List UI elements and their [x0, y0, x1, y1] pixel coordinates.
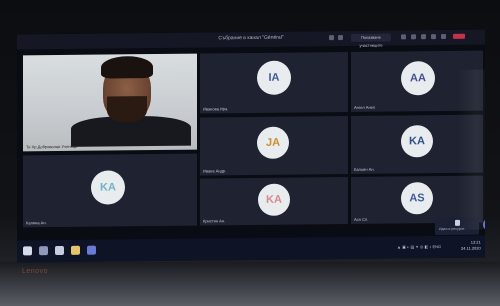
participant-tile[interactable]: AS Ася Сп.: [351, 175, 483, 224]
laptop-screen: Събрание в канал "Général" Показване уча…: [17, 29, 485, 263]
hand-icon[interactable]: [421, 34, 426, 40]
participant-tile[interactable]: KA Кристин Ан.: [200, 176, 348, 226]
windows-start-icon[interactable]: [23, 246, 32, 256]
participant-name: Калина Ан.: [26, 220, 47, 226]
participant-avatar: IA: [257, 60, 291, 95]
avatar-button[interactable]: [483, 218, 485, 231]
more-options-icon[interactable]: [411, 34, 416, 40]
participant-name: Ася Сп.: [354, 216, 369, 222]
video-person-hair: [101, 56, 153, 79]
participant-grid: Ти Хр.Доброволци Ученици IA Иванова Ира …: [17, 45, 485, 233]
participant-name: Кристин Ан.: [203, 218, 226, 224]
file-icon: [455, 219, 460, 226]
microphone-icon[interactable]: [338, 35, 343, 41]
taskbar-clock[interactable]: 13:21 24.11.2020: [461, 240, 481, 252]
participant-name: Иванова Ира: [203, 106, 228, 112]
self-video-tile[interactable]: Ти Хр.Доброволци Ученици: [23, 53, 197, 152]
participant-avatar: AS: [401, 182, 433, 215]
teams-icon[interactable]: [87, 245, 96, 255]
participant-avatar: KA: [258, 183, 290, 216]
participant-name: Ивана Андр.: [203, 168, 227, 174]
participant-name: Ангел Анел: [354, 104, 376, 110]
file-explorer-icon[interactable]: [71, 245, 80, 255]
laptop-keyboard-edge: [0, 262, 500, 306]
notification-text: Идеи и ресурси: [439, 226, 465, 232]
camera-icon[interactable]: [329, 35, 334, 41]
participant-avatar: AA: [401, 61, 435, 96]
participant-tile[interactable]: KA Калина Ан.: [23, 153, 197, 228]
participant-tile[interactable]: KA Калоян Ан.: [351, 114, 483, 174]
search-icon[interactable]: [39, 246, 48, 256]
participant-tile[interactable]: JA Ивана Андр.: [200, 115, 348, 176]
participant-name: Калоян Ан.: [354, 166, 375, 172]
task-view-icon[interactable]: [55, 245, 64, 256]
show-participants-button[interactable]: Показване участниците: [351, 33, 391, 48]
hang-up-button[interactable]: [453, 33, 465, 39]
participant-avatar: KA: [91, 170, 125, 205]
clock-date: 24.11.2020: [461, 245, 481, 251]
notification-toast[interactable]: Идеи и ресурси: [435, 217, 479, 236]
video-person-beard: [107, 96, 147, 123]
system-tray[interactable]: ▲ ▣ ◐ ▤ ✦ ◎ ◧ ♪ ENG: [397, 244, 441, 249]
share-icon[interactable]: [401, 34, 406, 40]
participants-icon[interactable]: [441, 33, 446, 40]
participant-avatar: KA: [401, 125, 433, 158]
chat-icon[interactable]: [431, 34, 436, 40]
participant-tile[interactable]: IA Иванова Ира: [200, 51, 348, 114]
self-video-name: Ти Хр.Доброволци Ученици: [26, 143, 78, 150]
laptop-brand: Lenovo: [22, 268, 48, 275]
participant-avatar: JA: [257, 126, 289, 159]
participant-tile[interactable]: AA Ангел Анел: [351, 50, 483, 112]
